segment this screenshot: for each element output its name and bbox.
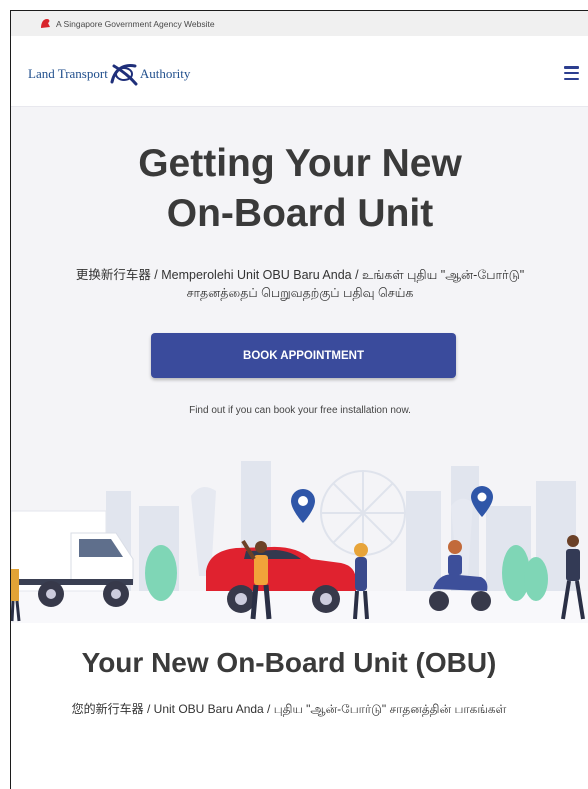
section-subtitle: 您的新行车器 / Unit OBU Baru Anda / புதிய "ஆன்…: [71, 702, 507, 716]
logo-text-left: Land Transport: [28, 66, 108, 81]
lta-emblem-icon: [110, 64, 138, 86]
hero-title-line1: Getting Your New: [138, 142, 462, 185]
hero-subtitle: 更换新行车器 / Memperolehi Unit OBU Baru Anda …: [75, 268, 525, 300]
book-appointment-button[interactable]: BOOK APPOINTMENT: [151, 333, 456, 378]
gov-masthead-text: A Singapore Government Agency Website: [56, 18, 215, 29]
installation-note: Find out if you can book your free insta…: [189, 405, 411, 416]
section-title: Your New On-Board Unit (OBU): [81, 647, 497, 678]
lta-logo[interactable]: Land Transport Authority: [28, 62, 190, 86]
site-header: Land Transport Authority: [11, 36, 588, 107]
hero-title-line2: On-Board Unit: [166, 192, 434, 235]
gov-masthead: A Singapore Government Agency Website: [11, 11, 588, 36]
logo-text-right: Authority: [139, 66, 191, 81]
hamburger-menu-icon[interactable]: [564, 66, 579, 81]
obu-hero-illustration: [11, 451, 588, 624]
hero-title: Getting Your New On-Board Unit: [11, 139, 588, 239]
merlion-lion-icon: [40, 18, 51, 29]
